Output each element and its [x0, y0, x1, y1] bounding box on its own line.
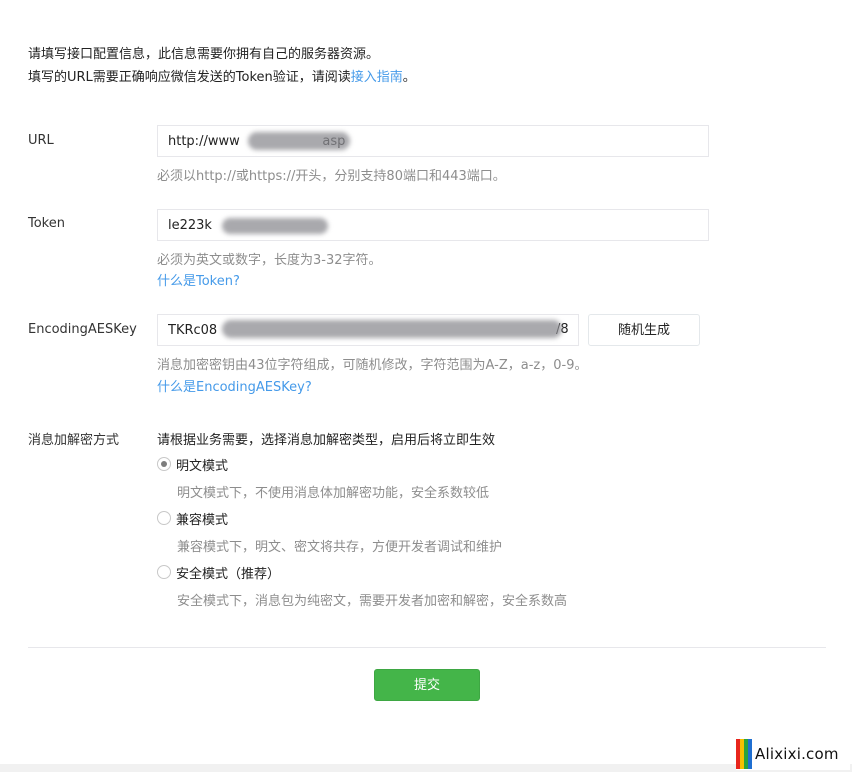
plaintext-mode-desc: 明文模式下，不使用消息体加解密功能，安全系数较低 — [177, 486, 490, 501]
random-generate-button[interactable]: 随机生成 — [588, 314, 700, 346]
aeskey-hint: 消息加密密钥由43位字符组成，可随机修改，字符范围为A-Z，a-z，0-9。 — [157, 358, 588, 373]
aeskey-label: EncodingAESKey — [28, 322, 137, 337]
url-input[interactable] — [157, 125, 709, 157]
radio-compatible-label: 兼容模式 — [176, 512, 229, 528]
radio-safe-label: 安全模式（推荐） — [176, 566, 281, 582]
safe-mode-desc: 安全模式下，消息包为纯密文，需要开发者加密和解密，安全系数高 — [177, 594, 568, 609]
radio-unchecked-icon[interactable] — [157, 565, 171, 579]
radio-unchecked-icon[interactable] — [157, 511, 171, 525]
watermark-color-bars — [736, 739, 752, 769]
submit-button[interactable]: 提交 — [374, 669, 480, 701]
watermark-bar — [748, 739, 752, 769]
bottom-strip — [0, 764, 852, 772]
token-hint: 必须为英文或数字，长度为3-32字符。 — [157, 253, 382, 268]
watermark-logo: Alixixi.com — [736, 738, 850, 770]
url-label: URL — [28, 133, 54, 148]
intro-line-2-suffix: 。 — [402, 70, 416, 85]
intro-line-2-text: 填写的URL需要正确响应微信发送的Token验证，请阅读 — [28, 70, 351, 85]
watermark-text: Alixixi.com — [755, 745, 839, 763]
encryption-mode-label: 消息加解密方式 — [28, 433, 120, 448]
token-label: Token — [28, 216, 65, 231]
form-divider — [28, 647, 826, 648]
what-is-token-link[interactable]: 什么是Token? — [157, 270, 240, 289]
radio-compatible-mode[interactable]: 兼容模式 — [157, 508, 228, 528]
what-is-aeskey-link[interactable]: 什么是EncodingAESKey? — [157, 376, 312, 395]
radio-checked-icon[interactable] — [157, 457, 171, 471]
aeskey-value-tail: /8 — [556, 322, 569, 337]
access-guide-link[interactable]: 接入指南 — [351, 70, 403, 85]
radio-plaintext-mode[interactable]: 明文模式 — [157, 454, 228, 474]
url-hint: 必须以http://或https://开头，分别支持80端口和443端口。 — [157, 169, 506, 184]
intro-line-2: 填写的URL需要正确响应微信发送的Token验证，请阅读接入指南。 — [28, 66, 416, 85]
intro-line-1: 请填写接口配置信息，此信息需要你拥有自己的服务器资源。 — [28, 47, 380, 62]
radio-plaintext-label: 明文模式 — [176, 458, 229, 474]
token-input[interactable] — [157, 209, 709, 241]
compatible-mode-desc: 兼容模式下，明文、密文将共存，方便开发者调试和维护 — [177, 540, 503, 555]
radio-safe-mode[interactable]: 安全模式（推荐） — [157, 562, 280, 582]
encryption-instruction: 请根据业务需要，选择消息加解密类型，启用后将立即生效 — [157, 433, 496, 448]
aeskey-input[interactable] — [157, 314, 579, 346]
